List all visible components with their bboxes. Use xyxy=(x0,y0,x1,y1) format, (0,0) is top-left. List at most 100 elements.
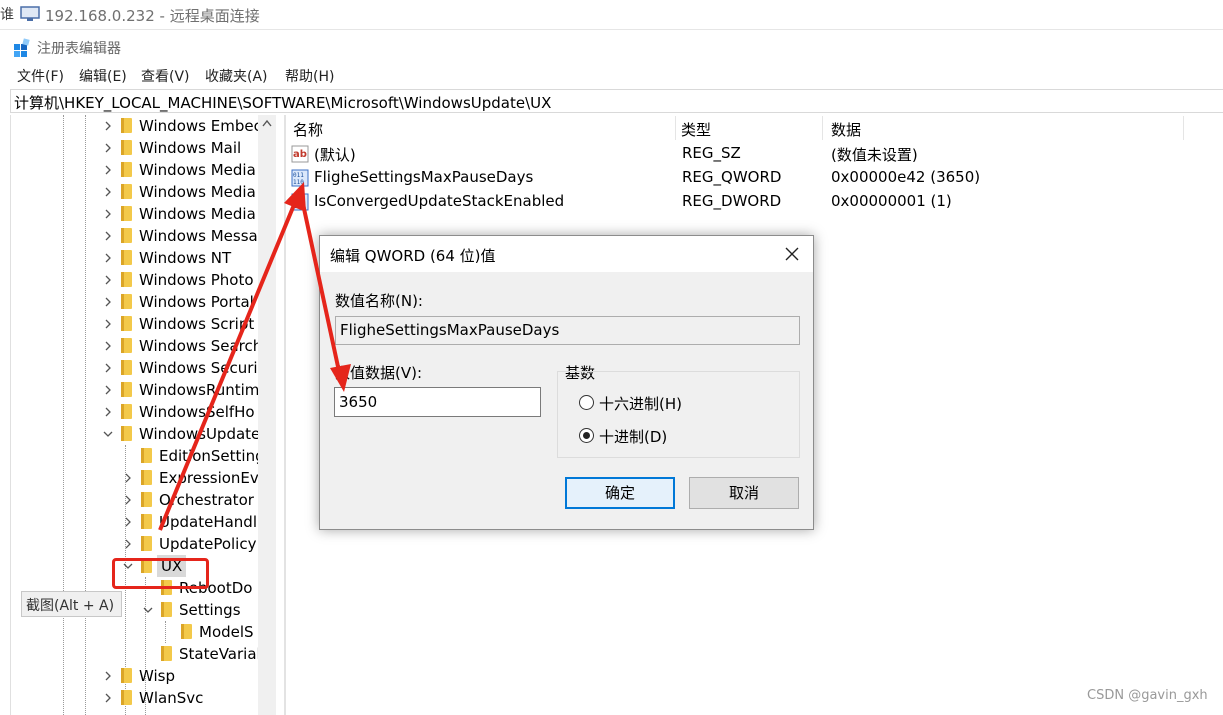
tree-item-label: WindowsUpdate xyxy=(139,425,258,443)
tree-scrollbar[interactable] xyxy=(258,115,276,715)
chevron-right-icon[interactable] xyxy=(103,209,113,219)
svg-text:011: 011 xyxy=(293,196,304,203)
tree-guide-line xyxy=(165,621,166,643)
value-name-field[interactable]: FligheSettingsMaxPauseDays xyxy=(335,316,800,345)
edge-char: 谁 xyxy=(0,7,14,23)
tree-guide-line xyxy=(63,115,64,715)
chevron-right-icon[interactable] xyxy=(103,253,113,263)
app-title: 注册表编辑器 xyxy=(37,41,121,57)
annotation-highlight-box xyxy=(112,558,209,589)
folder-icon xyxy=(141,448,152,463)
edit-qword-dialog: 编辑 QWORD (64 位)值 数值名称(N): FligheSettings… xyxy=(319,235,814,530)
value-data: (数值未设置) xyxy=(831,146,918,164)
value-name: FligheSettingsMaxPauseDays xyxy=(314,168,534,186)
screenshot-tooltip: 截图(Alt + A) xyxy=(21,591,122,617)
chevron-down-icon[interactable] xyxy=(143,605,153,615)
chevron-right-icon[interactable] xyxy=(103,231,113,241)
tree-item-label: ExpressionEva xyxy=(159,469,258,487)
chevron-right-icon[interactable] xyxy=(123,473,133,483)
menu-edit[interactable]: 编辑(E) xyxy=(79,66,127,86)
address-bar[interactable]: 计算机\HKEY_LOCAL_MACHINE\SOFTWARE\Microsof… xyxy=(10,89,1223,113)
value-type: REG_SZ xyxy=(682,144,741,162)
app-title-bar: 注册表编辑器 xyxy=(0,36,600,60)
value-row[interactable]: 011 110 IsConvergedUpdateStackEnabled RE… xyxy=(287,190,1187,214)
chevron-right-icon[interactable] xyxy=(103,121,113,131)
chevron-right-icon[interactable] xyxy=(103,385,113,395)
cancel-button[interactable]: 取消 xyxy=(689,477,799,509)
menu-favorites[interactable]: 收藏夹(A) xyxy=(205,66,268,86)
chevron-right-icon[interactable] xyxy=(103,165,113,175)
tree-item-label: Settings xyxy=(179,601,241,619)
chevron-up-icon[interactable] xyxy=(262,119,272,127)
folder-icon xyxy=(141,470,152,485)
folder-icon xyxy=(161,646,172,661)
svg-text:110: 110 xyxy=(293,203,304,210)
address-path: 计算机\HKEY_LOCAL_MACHINE\SOFTWARE\Microsof… xyxy=(14,94,552,112)
tree-item-label: Windows Portal xyxy=(139,293,254,311)
string-value-icon: ab xyxy=(291,145,309,163)
tree-item-label: Windows Media xyxy=(139,183,256,201)
chevron-right-icon[interactable] xyxy=(103,275,113,285)
remote-desktop-icon xyxy=(20,6,40,21)
base-group xyxy=(557,371,800,458)
radio-dec-label: 十进制(D) xyxy=(599,428,668,446)
tree-item-label: UpdatePolicy xyxy=(159,535,257,553)
pane-splitter[interactable] xyxy=(284,115,286,715)
menu-view[interactable]: 查看(V) xyxy=(141,66,190,86)
registry-tree: Windows Embec Windows Mail Windows Media… xyxy=(10,115,258,715)
column-separator[interactable] xyxy=(822,116,823,140)
radio-dec-button[interactable] xyxy=(579,428,594,443)
tree-item-label: EditionSetting xyxy=(159,447,258,465)
ok-button[interactable]: 确定 xyxy=(565,477,675,509)
value-data-input[interactable] xyxy=(334,387,541,417)
column-header-data[interactable]: 数据 xyxy=(831,119,861,140)
menu-help[interactable]: 帮助(H) xyxy=(285,66,334,86)
tree-item-label: Windows Mail xyxy=(139,139,242,157)
folder-icon xyxy=(141,514,152,529)
folder-icon xyxy=(121,316,132,331)
value-type: REG_DWORD xyxy=(682,192,782,210)
value-name-text: FligheSettingsMaxPauseDays xyxy=(340,321,560,339)
close-icon[interactable] xyxy=(782,244,802,264)
chevron-right-icon[interactable] xyxy=(103,671,113,681)
value-data-label: 数值数据(V): xyxy=(335,364,423,382)
chevron-right-icon[interactable] xyxy=(123,539,133,549)
remote-desktop-title-bar: 谁 192.168.0.232 - 远程桌面连接 xyxy=(0,0,1223,30)
tree-item-label: ModelS xyxy=(199,623,254,641)
chevron-right-icon[interactable] xyxy=(123,495,133,505)
chevron-down-icon[interactable] xyxy=(103,429,113,439)
tree-item-label: Windows Media xyxy=(139,205,256,223)
chevron-right-icon[interactable] xyxy=(103,693,113,703)
column-header-name[interactable]: 名称 xyxy=(293,119,323,140)
tree-item-label: Wisp xyxy=(139,667,176,685)
dialog-title-bar[interactable]: 编辑 QWORD (64 位)值 xyxy=(320,236,813,272)
chevron-right-icon[interactable] xyxy=(103,407,113,417)
folder-icon xyxy=(121,426,132,441)
svg-text:011: 011 xyxy=(293,172,304,179)
value-data: 0x00000001 (1) xyxy=(831,192,952,210)
chevron-right-icon[interactable] xyxy=(123,517,133,527)
chevron-right-icon[interactable] xyxy=(103,143,113,153)
column-separator[interactable] xyxy=(675,116,676,140)
tree-item-label: Windows Script xyxy=(139,315,255,333)
folder-icon xyxy=(121,294,132,309)
menu-file[interactable]: 文件(F) xyxy=(17,66,64,86)
tree-item-label: Windows Embec xyxy=(139,117,258,135)
chevron-right-icon[interactable] xyxy=(103,297,113,307)
column-header-type[interactable]: 类型 xyxy=(681,119,711,140)
chevron-right-icon[interactable] xyxy=(103,363,113,373)
chevron-right-icon[interactable] xyxy=(103,187,113,197)
tree-item-label: Windows Photo xyxy=(139,271,254,289)
tree-item-label: Windows Securi xyxy=(139,359,258,377)
tree-item-label: StateVarial xyxy=(179,645,258,663)
chevron-right-icon[interactable] xyxy=(103,319,113,329)
chevron-right-icon[interactable] xyxy=(103,341,113,351)
folder-icon xyxy=(121,162,132,177)
value-name: (默认) xyxy=(314,146,356,164)
column-separator[interactable] xyxy=(1183,116,1184,140)
svg-text:ab: ab xyxy=(293,149,307,160)
value-row[interactable]: ab (默认) REG_SZ (数值未设置) xyxy=(287,142,1187,166)
folder-icon xyxy=(121,140,132,155)
radio-hex-button[interactable] xyxy=(579,395,594,410)
value-row[interactable]: 011 110 FligheSettingsMaxPauseDays REG_Q… xyxy=(287,166,1187,190)
